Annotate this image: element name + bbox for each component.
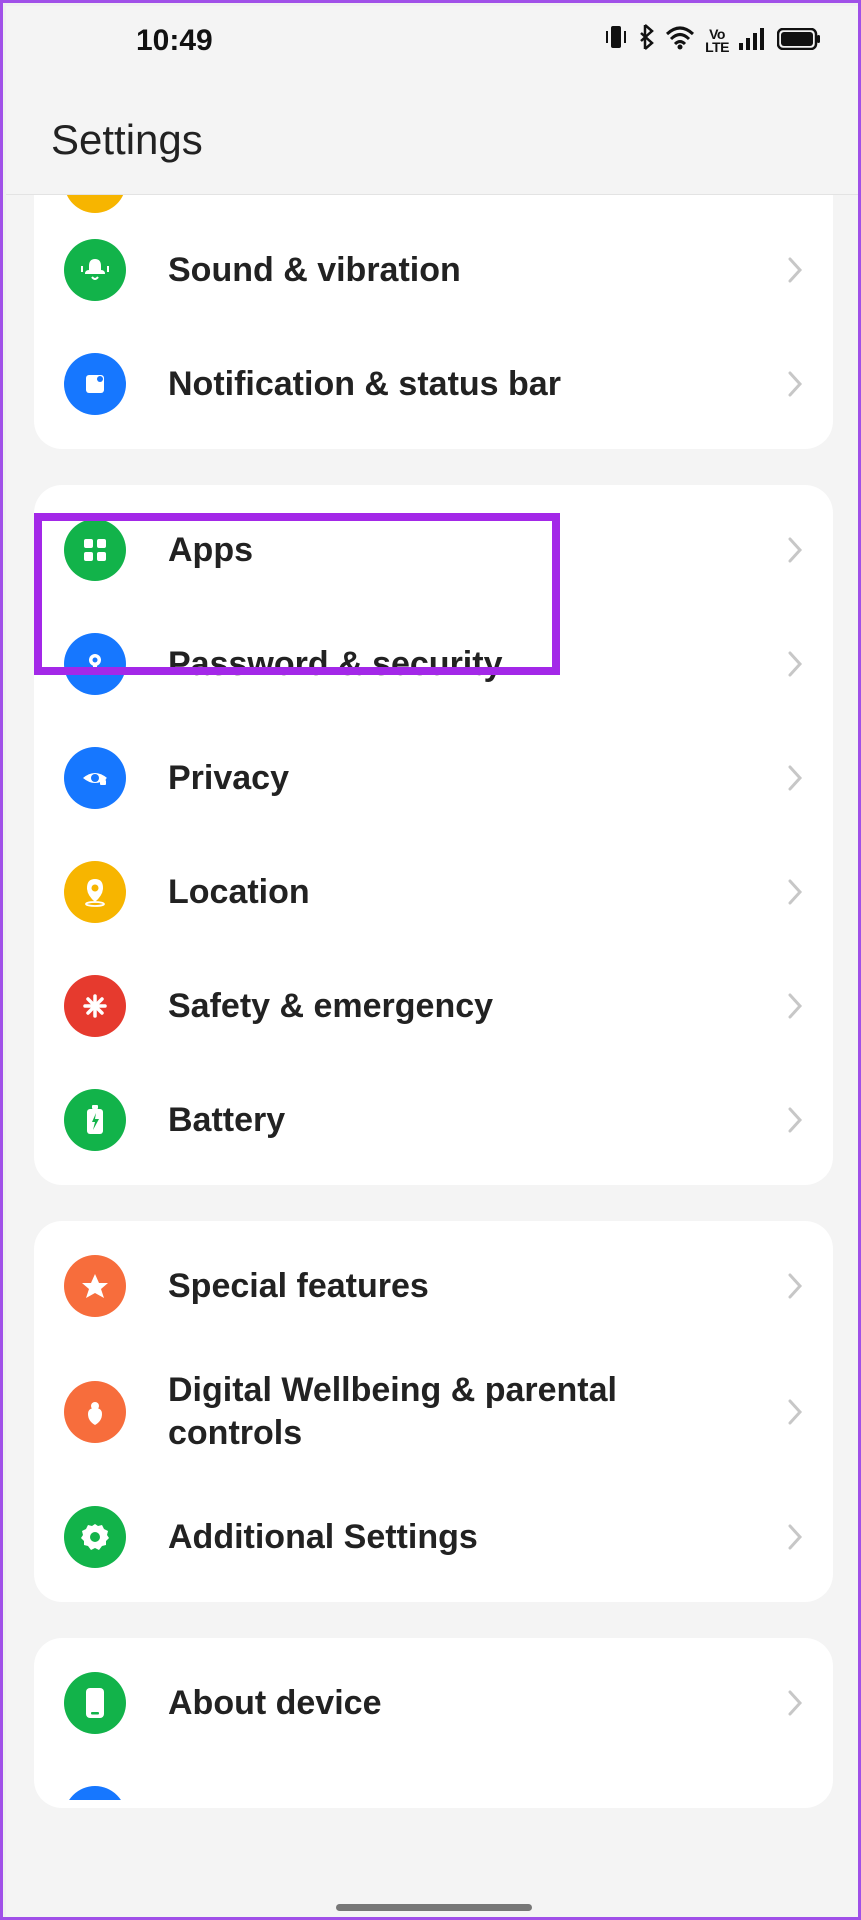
- settings-list[interactable]: Sound & vibration Notification & status …: [6, 194, 861, 1898]
- row-label: Notification & status bar: [168, 363, 745, 406]
- battery-icon: [777, 24, 821, 58]
- page-title: Settings: [51, 116, 816, 164]
- row-password[interactable]: Password & security: [34, 607, 833, 721]
- row-label: Battery: [168, 1099, 745, 1142]
- unknown-icon: [64, 1786, 126, 1800]
- apps-icon: [64, 519, 126, 581]
- signal-icon: [739, 24, 767, 58]
- row-label: Privacy: [168, 757, 745, 800]
- location-icon: [64, 861, 126, 923]
- wellbeing-icon: [64, 1381, 126, 1443]
- chevron-right-icon: [787, 536, 803, 564]
- chevron-right-icon: [787, 878, 803, 906]
- chevron-right-icon: [787, 992, 803, 1020]
- page-header: Settings: [6, 76, 861, 194]
- chevron-right-icon: [787, 370, 803, 398]
- row-label: Password & security: [168, 643, 745, 686]
- status-bar: 10:49 Vo LTE: [6, 6, 861, 76]
- wifi-icon: [665, 24, 695, 58]
- star-icon: [64, 1255, 126, 1317]
- row-about[interactable]: About device: [34, 1646, 833, 1760]
- key-icon: [64, 633, 126, 695]
- cutoff-row: [34, 195, 833, 213]
- privacy-icon: [64, 747, 126, 809]
- status-time: 10:49: [136, 24, 213, 58]
- chevron-right-icon: [787, 1689, 803, 1717]
- row-special[interactable]: Special features: [34, 1229, 833, 1343]
- row-label: Location: [168, 871, 745, 914]
- bluetooth-icon: [637, 23, 655, 59]
- settings-group-4: About device: [34, 1638, 833, 1808]
- row-privacy[interactable]: Privacy: [34, 721, 833, 835]
- chevron-right-icon: [787, 1523, 803, 1551]
- vibrate-icon: [605, 24, 627, 58]
- settings-group-2: Apps Password & security Privacy: [34, 485, 833, 1185]
- settings-group-3: Special features Digital Wellbeing & par…: [34, 1221, 833, 1602]
- row-apps[interactable]: Apps: [34, 493, 833, 607]
- home-indicator[interactable]: [336, 1904, 532, 1911]
- row-location[interactable]: Location: [34, 835, 833, 949]
- row-notification[interactable]: Notification & status bar: [34, 327, 833, 441]
- chevron-right-icon: [787, 1272, 803, 1300]
- gear-icon: [64, 1506, 126, 1568]
- sound-icon: [64, 239, 126, 301]
- row-digital-wellbeing[interactable]: Digital Wellbeing & parental controls: [34, 1343, 833, 1480]
- settings-group-1: Sound & vibration Notification & status …: [34, 195, 833, 449]
- battery-setting-icon: [64, 1089, 126, 1151]
- row-label: About device: [168, 1682, 745, 1725]
- row-sound[interactable]: Sound & vibration: [34, 213, 833, 327]
- row-label: Apps: [168, 529, 745, 572]
- row-cutoff-bottom[interactable]: [34, 1760, 833, 1800]
- row-label: Sound & vibration: [168, 249, 745, 292]
- row-additional[interactable]: Additional Settings: [34, 1480, 833, 1594]
- status-icons: Vo LTE: [605, 23, 821, 59]
- row-label: Special features: [168, 1265, 745, 1308]
- row-label: Digital Wellbeing & parental controls: [168, 1369, 745, 1454]
- emergency-icon: [64, 975, 126, 1037]
- row-label: Additional Settings: [168, 1516, 745, 1559]
- chevron-right-icon: [787, 1398, 803, 1426]
- row-label: Safety & emergency: [168, 985, 745, 1028]
- chevron-right-icon: [787, 1106, 803, 1134]
- volte-icon: Vo LTE: [705, 28, 729, 53]
- chevron-right-icon: [787, 764, 803, 792]
- device-icon: [64, 1672, 126, 1734]
- chevron-right-icon: [787, 256, 803, 284]
- row-safety[interactable]: Safety & emergency: [34, 949, 833, 1063]
- notification-icon: [64, 353, 126, 415]
- row-battery[interactable]: Battery: [34, 1063, 833, 1177]
- chevron-right-icon: [787, 650, 803, 678]
